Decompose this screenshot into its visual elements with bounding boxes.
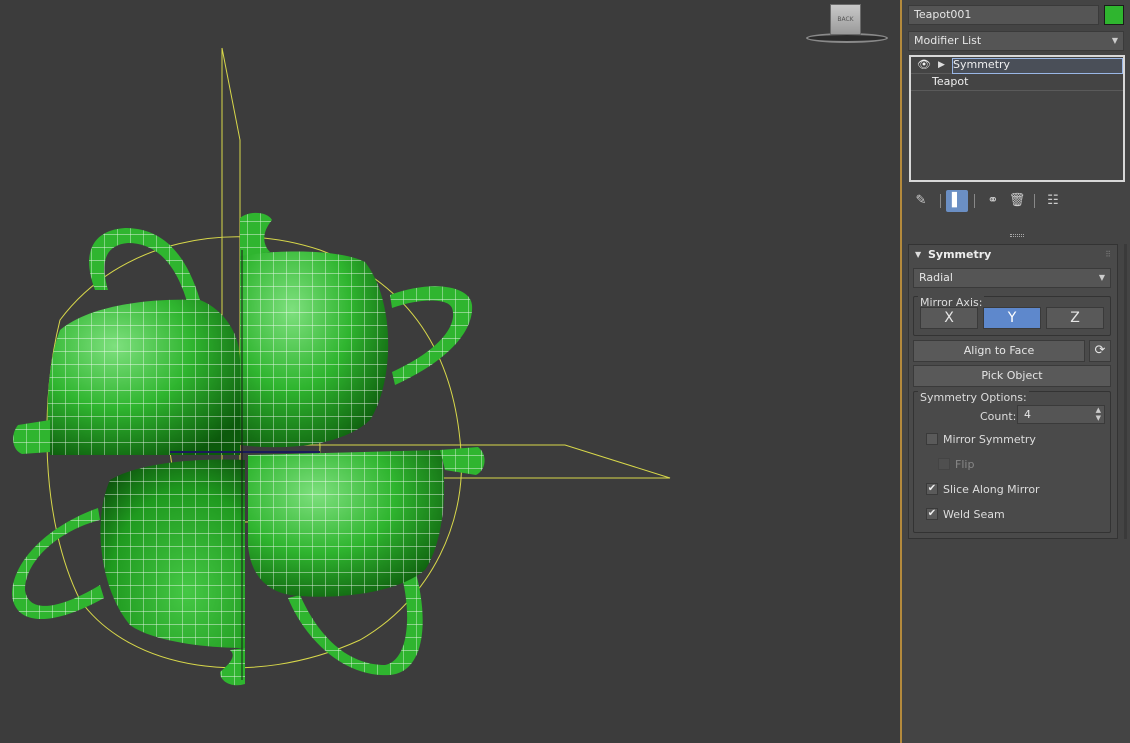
spinner-arrows-icon[interactable]: ▲ ▼ — [1096, 406, 1101, 422]
modifier-stack[interactable]: 👁 ▶ Symmetry Teapot — [909, 55, 1125, 182]
axis-y-button[interactable]: Y — [983, 307, 1041, 329]
symmetry-mode-value: Radial — [919, 271, 953, 284]
rollout-title: Symmetry — [928, 248, 992, 261]
teapot-copy-1 — [240, 212, 473, 448]
refresh-icon[interactable]: ⟳ — [1089, 340, 1111, 362]
expand-triangle-icon[interactable]: ▶ — [938, 57, 945, 73]
checkbox-label: Flip — [955, 458, 975, 471]
pin-stack-icon[interactable]: ✎ — [910, 190, 932, 212]
mirror-axis-group: Mirror Axis: X Y Z — [913, 296, 1111, 336]
symmetry-options-group: Symmetry Options: Count: 4 ▲ ▼ Mirror Sym… — [913, 391, 1111, 533]
remove-modifier-icon[interactable]: 🗑 — [1006, 190, 1028, 212]
checkmark-icon[interactable]: ✔ — [926, 508, 938, 520]
perspective-viewport[interactable]: BACK — [0, 0, 900, 743]
axis-x-button[interactable]: X — [920, 307, 978, 329]
axis-z-button[interactable]: Z — [1046, 307, 1104, 329]
modifier-list-label: Modifier List — [914, 34, 982, 47]
count-value: 4 — [1024, 408, 1031, 421]
chevron-down-icon: ▼ — [1111, 36, 1118, 45]
checkbox-label: Weld Seam — [943, 508, 1005, 521]
checkbox-box[interactable] — [938, 458, 950, 470]
pick-object-button[interactable]: Pick Object — [913, 365, 1111, 387]
eye-icon[interactable]: 👁 — [917, 57, 931, 73]
symmetry-mode-dropdown[interactable]: Radial ▼ — [913, 268, 1111, 288]
stack-item-label: Symmetry — [953, 58, 1011, 71]
chevron-down-icon: ▼ — [1098, 273, 1105, 282]
toolbar-divider — [974, 194, 975, 208]
stack-item-teapot[interactable]: Teapot — [911, 74, 1123, 91]
stack-item-label: Teapot — [932, 75, 969, 88]
toolbar-divider — [940, 194, 941, 208]
rollout-header[interactable]: ▼ Symmetry ⠿ — [909, 245, 1117, 265]
count-spinner[interactable]: 4 ▲ ▼ — [1017, 405, 1105, 424]
object-name-field[interactable]: Teapot001 — [908, 5, 1099, 25]
symmetry-options-label: Symmetry Options: — [918, 391, 1029, 404]
checkmark-icon[interactable]: ✔ — [926, 483, 938, 495]
teapot-scene[interactable] — [0, 0, 900, 743]
show-end-result-icon[interactable]: ▌ — [946, 190, 968, 212]
collapse-triangle-icon[interactable]: ▼ — [915, 245, 921, 265]
configure-modifier-sets-icon[interactable]: ☷ — [1042, 190, 1064, 212]
stack-toolbar: ✎ ▌ ⚭ 🗑 ☷ — [908, 188, 1124, 212]
checkbox-label: Slice Along Mirror — [943, 483, 1040, 496]
modify-command-panel: Teapot001 Modifier List ▼ 👁 ▶ Symmetry T… — [902, 0, 1130, 743]
panel-splitter-handle[interactable] — [1010, 234, 1024, 237]
checkbox-box[interactable] — [926, 433, 938, 445]
viewcube[interactable]: BACK — [806, 4, 888, 44]
count-label: Count: — [980, 410, 1017, 423]
stack-item-symmetry[interactable]: 👁 ▶ Symmetry — [911, 57, 1123, 74]
modifier-list-dropdown[interactable]: Modifier List ▼ — [908, 31, 1124, 51]
make-unique-icon[interactable]: ⚭ — [982, 190, 1004, 212]
teapot-copy-2 — [13, 228, 240, 455]
symmetry-rollout: ▼ Symmetry ⠿ Radial ▼ Mirror Axis: X Y Z… — [908, 244, 1118, 539]
teapot-copy-4 — [248, 447, 485, 676]
grip-icon[interactable]: ⠿ — [1105, 245, 1111, 265]
viewcube-face-back[interactable]: BACK — [830, 4, 861, 35]
panel-scrollbar[interactable] — [1124, 244, 1127, 539]
object-color-swatch[interactable] — [1104, 5, 1124, 25]
teapot-copy-3 — [12, 459, 246, 686]
align-to-face-button[interactable]: Align to Face — [913, 340, 1085, 362]
toolbar-divider — [1034, 194, 1035, 208]
checkbox-label: Mirror Symmetry — [943, 433, 1036, 446]
